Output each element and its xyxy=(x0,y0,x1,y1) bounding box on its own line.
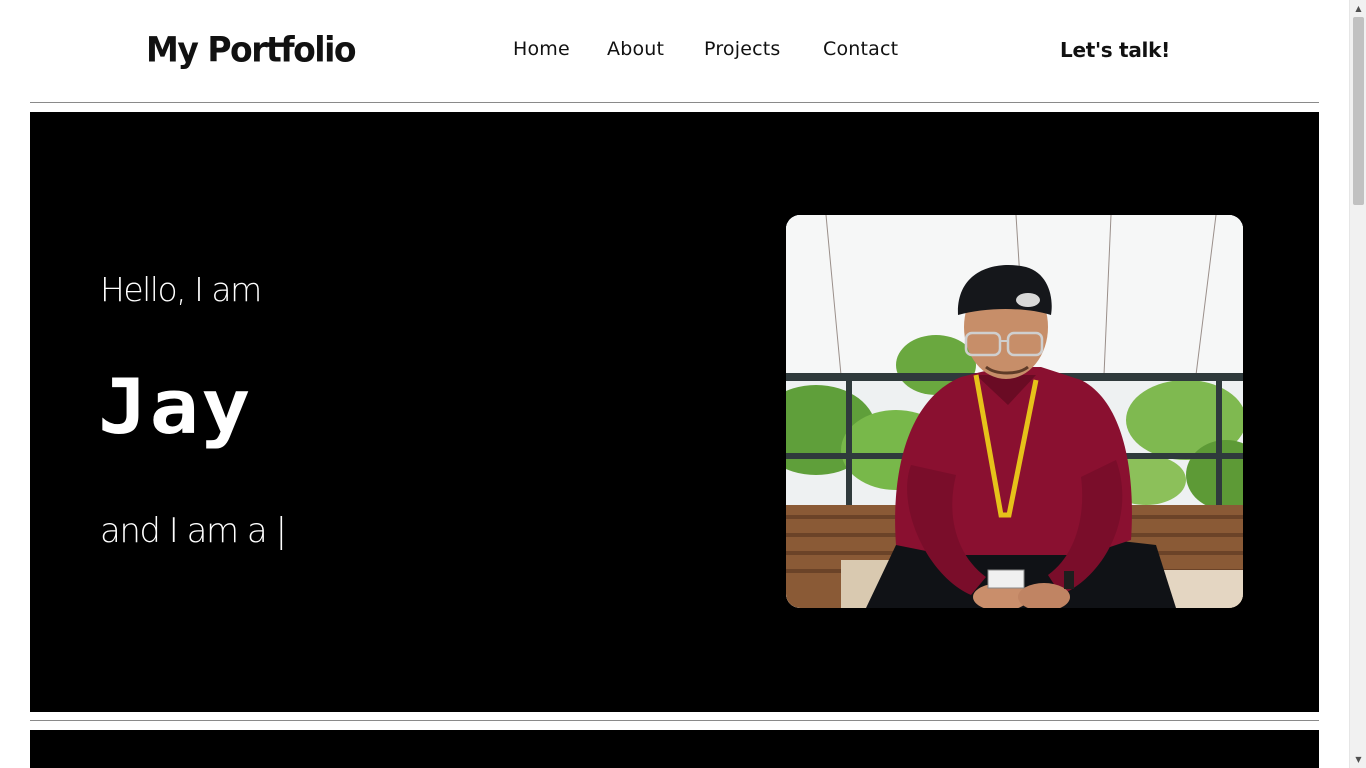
next-section xyxy=(30,730,1319,768)
hero-greeting: Hello, I am xyxy=(100,270,262,309)
scrollbar-thumb[interactable] xyxy=(1353,17,1364,205)
header-divider xyxy=(30,102,1319,103)
profile-photo xyxy=(786,215,1243,608)
nav-link-about[interactable]: About xyxy=(607,38,664,60)
nav-link-contact[interactable]: Contact xyxy=(823,38,898,60)
profile-photo-illustration xyxy=(786,215,1243,608)
nav-link-home[interactable]: Home xyxy=(513,38,570,60)
section-divider xyxy=(30,720,1319,721)
lets-talk-button[interactable]: Let's talk! xyxy=(1060,38,1170,62)
hero-name: Jay xyxy=(98,362,253,451)
hero-role-typing: and I am a | xyxy=(100,511,287,551)
scroll-up-arrow-icon[interactable]: ▲ xyxy=(1350,0,1366,17)
nav-link-projects[interactable]: Projects xyxy=(704,38,781,60)
hero-section: Hello, I am Jay and I am a | xyxy=(30,112,1319,712)
vertical-scrollbar[interactable]: ▲ ▼ xyxy=(1349,0,1366,768)
site-logo[interactable]: My Portfolio xyxy=(146,29,357,70)
scroll-down-arrow-icon[interactable]: ▼ xyxy=(1350,751,1366,768)
site-header: My Portfolio Home About Projects Contact… xyxy=(0,0,1349,102)
